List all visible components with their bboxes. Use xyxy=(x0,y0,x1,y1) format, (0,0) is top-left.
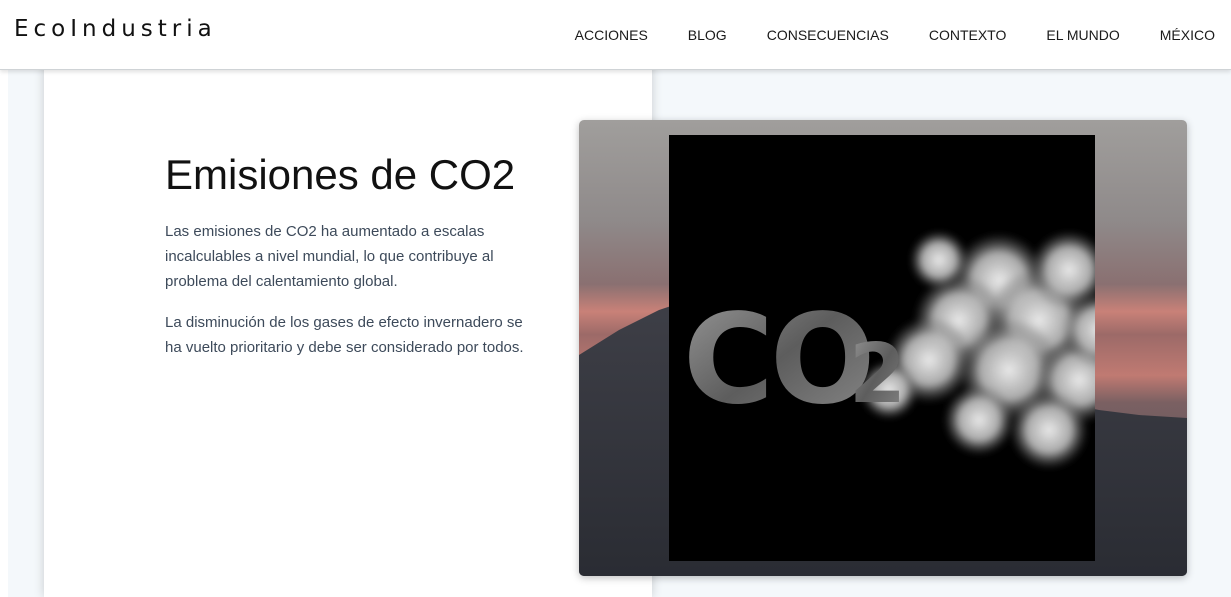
navbar: EcoIndustria ACCIONES BLOG CONSECUENCIAS… xyxy=(0,0,1231,70)
page: EcoIndustria ACCIONES BLOG CONSECUENCIAS… xyxy=(0,0,1231,597)
brand-logo[interactable]: EcoIndustria xyxy=(14,14,217,44)
page-edge xyxy=(0,0,8,597)
co2-image: CO 2 xyxy=(579,120,1187,576)
content-panel xyxy=(44,0,652,597)
nav-link-el-mundo[interactable]: EL MUNDO xyxy=(1046,26,1119,44)
secondary-paragraph: La disminución de los gases de efecto in… xyxy=(165,314,524,356)
intro-paragraph: Las emisiones de CO2 ha aumentado a esca… xyxy=(165,223,494,290)
co2-subscript: 2 xyxy=(849,327,906,422)
co2-text: CO xyxy=(683,288,871,432)
nav-link-mexico[interactable]: MÉXICO xyxy=(1160,26,1215,44)
nav-link-blog[interactable]: BLOG xyxy=(688,26,727,44)
page-title: Emisiones de CO2 xyxy=(165,151,516,198)
nav-menu: ACCIONES BLOG CONSECUENCIAS CONTEXTO EL … xyxy=(535,0,1215,69)
nav-link-contexto[interactable]: CONTEXTO xyxy=(929,26,1007,44)
nav-link-acciones[interactable]: ACCIONES xyxy=(575,26,648,44)
nav-link-consecuencias[interactable]: CONSECUENCIAS xyxy=(767,26,889,44)
